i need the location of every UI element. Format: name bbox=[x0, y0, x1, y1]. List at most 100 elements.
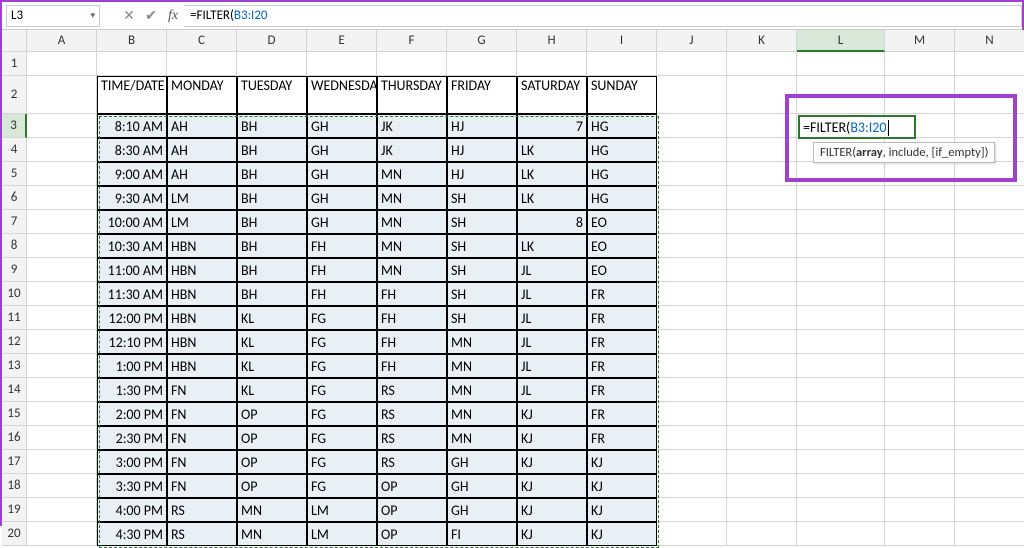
cell[interactable]: GH bbox=[447, 498, 517, 522]
cell[interactable]: HG bbox=[587, 114, 657, 138]
cell[interactable]: FG bbox=[307, 378, 377, 402]
cell[interactable]: 7 bbox=[517, 114, 587, 138]
cell[interactable] bbox=[27, 354, 97, 378]
cell[interactable]: LM bbox=[307, 498, 377, 522]
cell[interactable]: EO bbox=[587, 210, 657, 234]
cell[interactable]: BH bbox=[237, 282, 307, 306]
row-header[interactable]: 2 bbox=[2, 76, 27, 114]
row-header[interactable]: 15 bbox=[2, 402, 27, 426]
cell[interactable]: FH bbox=[307, 234, 377, 258]
cell[interactable]: BH bbox=[237, 138, 307, 162]
cell[interactable]: BH bbox=[237, 234, 307, 258]
cell[interactable]: MN bbox=[377, 258, 447, 282]
cell[interactable]: TUESDAY bbox=[237, 76, 307, 114]
cell[interactable]: KL bbox=[237, 306, 307, 330]
cell[interactable]: MN bbox=[447, 354, 517, 378]
cell[interactable]: 2:30 PM bbox=[97, 426, 167, 450]
cell[interactable]: SH bbox=[447, 282, 517, 306]
cell[interactable]: 9:00 AM bbox=[97, 162, 167, 186]
cell[interactable]: MN bbox=[447, 330, 517, 354]
cell[interactable] bbox=[657, 282, 727, 306]
spreadsheet-grid[interactable]: ABCDEFGHIJKLMN12TIME/DATEMONDAYTUESDAYWE… bbox=[2, 30, 1022, 546]
cell[interactable] bbox=[27, 474, 97, 498]
cell[interactable]: EO bbox=[587, 258, 657, 282]
cell[interactable] bbox=[27, 52, 97, 76]
name-box[interactable]: L3 ▾ bbox=[6, 5, 100, 27]
cell[interactable] bbox=[727, 474, 797, 498]
cell[interactable]: 1:00 PM bbox=[97, 354, 167, 378]
cell[interactable] bbox=[797, 306, 885, 330]
cell[interactable]: GH bbox=[447, 450, 517, 474]
cell[interactable] bbox=[885, 306, 955, 330]
column-header[interactable]: L bbox=[797, 30, 885, 52]
cell[interactable]: FR bbox=[587, 354, 657, 378]
cell[interactable]: JL bbox=[517, 282, 587, 306]
cell[interactable] bbox=[885, 76, 955, 114]
cell[interactable] bbox=[955, 474, 1024, 498]
column-header[interactable]: M bbox=[885, 30, 955, 52]
cell[interactable]: BH bbox=[237, 210, 307, 234]
cell[interactable]: FN bbox=[167, 450, 237, 474]
column-header[interactable]: D bbox=[237, 30, 307, 52]
cell[interactable] bbox=[797, 52, 885, 76]
cell[interactable] bbox=[27, 186, 97, 210]
cell[interactable]: MN bbox=[377, 162, 447, 186]
cell[interactable] bbox=[27, 426, 97, 450]
cell[interactable] bbox=[885, 330, 955, 354]
cell[interactable]: 11:30 AM bbox=[97, 282, 167, 306]
cell[interactable] bbox=[885, 450, 955, 474]
cell[interactable]: KJ bbox=[587, 474, 657, 498]
cell[interactable] bbox=[97, 52, 167, 76]
cell[interactable]: GH bbox=[307, 162, 377, 186]
cell[interactable] bbox=[797, 450, 885, 474]
cell[interactable]: KJ bbox=[587, 450, 657, 474]
column-header[interactable]: I bbox=[587, 30, 657, 52]
cell[interactable]: FG bbox=[307, 306, 377, 330]
cell[interactable]: KJ bbox=[517, 474, 587, 498]
cell[interactable]: 8:30 AM bbox=[97, 138, 167, 162]
cell[interactable]: FRIDAY bbox=[447, 76, 517, 114]
cell[interactable]: AH bbox=[167, 162, 237, 186]
cell[interactable] bbox=[955, 426, 1024, 450]
cell[interactable] bbox=[27, 76, 97, 114]
cell[interactable] bbox=[885, 258, 955, 282]
cell[interactable] bbox=[727, 76, 797, 114]
cell[interactable]: AH bbox=[167, 138, 237, 162]
cell[interactable] bbox=[447, 52, 517, 76]
cell[interactable]: 3:30 PM bbox=[97, 474, 167, 498]
cell[interactable]: FH bbox=[377, 354, 447, 378]
cell[interactable]: GH bbox=[307, 186, 377, 210]
cell[interactable] bbox=[797, 330, 885, 354]
row-header[interactable]: 14 bbox=[2, 378, 27, 402]
cell[interactable]: FR bbox=[587, 426, 657, 450]
row-header[interactable]: 4 bbox=[2, 138, 27, 162]
cell[interactable] bbox=[797, 186, 885, 210]
cell[interactable] bbox=[517, 52, 587, 76]
cell[interactable] bbox=[955, 378, 1024, 402]
row-header[interactable]: 19 bbox=[2, 498, 27, 522]
cell[interactable]: KJ bbox=[587, 498, 657, 522]
row-header[interactable]: 17 bbox=[2, 450, 27, 474]
cell[interactable]: KJ bbox=[517, 426, 587, 450]
cell[interactable] bbox=[727, 114, 797, 138]
cell[interactable] bbox=[885, 378, 955, 402]
cell[interactable] bbox=[885, 354, 955, 378]
column-header[interactable]: J bbox=[657, 30, 727, 52]
cell[interactable]: LK bbox=[517, 162, 587, 186]
cell[interactable] bbox=[955, 162, 1024, 186]
cell[interactable]: THURSDAY bbox=[377, 76, 447, 114]
cell[interactable]: HBN bbox=[167, 354, 237, 378]
cell[interactable]: 1:30 PM bbox=[97, 378, 167, 402]
cell[interactable]: JL bbox=[517, 330, 587, 354]
cell[interactable]: JL bbox=[517, 378, 587, 402]
cell[interactable] bbox=[27, 330, 97, 354]
cell[interactable] bbox=[167, 52, 237, 76]
cell[interactable] bbox=[797, 402, 885, 426]
cell[interactable] bbox=[955, 210, 1024, 234]
cell[interactable]: LK bbox=[517, 138, 587, 162]
cell[interactable] bbox=[885, 162, 955, 186]
cell[interactable] bbox=[27, 258, 97, 282]
cell[interactable]: BH bbox=[237, 258, 307, 282]
cell[interactable] bbox=[727, 330, 797, 354]
cell[interactable]: FR bbox=[587, 306, 657, 330]
